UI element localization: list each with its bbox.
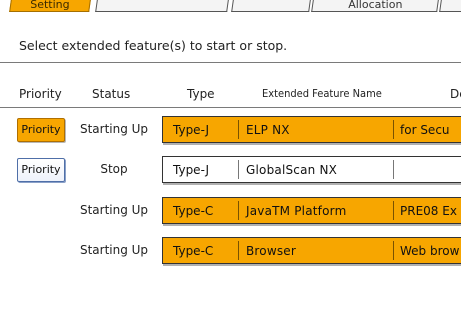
status-text: Starting Up (79, 243, 149, 257)
feature-description: PRE08 Ex (400, 204, 457, 218)
divider-header (0, 107, 461, 108)
feature-row: Starting Up Type-C JavaTM Platform PRE08… (0, 197, 461, 224)
status-text: Starting Up (79, 203, 149, 217)
tab-bar: Setting Allocation (0, 0, 461, 14)
feature-row: Priority Starting Up Type-J ELP NX for S… (0, 116, 461, 143)
feature-type: Type-J (173, 123, 210, 137)
column-header-description: De (450, 87, 461, 101)
status-text: Stop (100, 162, 128, 176)
column-header-priority: Priority (19, 87, 62, 101)
priority-button[interactable]: Priority (17, 118, 65, 142)
feature-name: GlobalScan NX (246, 163, 338, 177)
cell-separator (393, 160, 394, 179)
feature-item-button[interactable]: Type-C Browser Web brow (162, 237, 461, 264)
feature-item-button[interactable]: Type-J GlobalScan NX (162, 156, 461, 183)
priority-button[interactable]: Priority (17, 158, 65, 182)
feature-name: ELP NX (246, 123, 290, 137)
tab-setting[interactable]: Setting (9, 0, 91, 12)
column-header-status: Status (92, 87, 131, 101)
tab-2[interactable] (95, 0, 229, 12)
feature-type: Type-C (173, 244, 214, 258)
feature-item-button[interactable]: Type-J ELP NX for Secu (162, 116, 461, 143)
status-text: Starting Up (79, 122, 149, 136)
cell-separator (393, 241, 394, 260)
tab-3[interactable] (231, 0, 311, 12)
cell-separator (393, 120, 394, 139)
feature-type: Type-J (173, 163, 210, 177)
feature-row: Starting Up Type-C Browser Web brow (0, 237, 461, 264)
divider-top (0, 62, 461, 63)
tab-setting-label: Setting (30, 0, 70, 11)
tab-allocation-label: Allocation (348, 0, 403, 11)
instruction-text: Select extended feature(s) to start or s… (19, 38, 288, 53)
feature-item-button[interactable]: Type-C JavaTM Platform PRE08 Ex (162, 197, 461, 224)
cell-separator (393, 201, 394, 220)
feature-description: Web brow (400, 244, 460, 258)
feature-name: Browser (246, 244, 297, 258)
cell-separator (238, 120, 239, 139)
tab-allocation[interactable]: Allocation (311, 0, 439, 12)
cell-separator (238, 241, 239, 260)
feature-type: Type-C (173, 204, 214, 218)
column-header-feature-name: Extended Feature Name (262, 87, 382, 100)
cell-separator (238, 160, 239, 179)
column-header-type: Type (187, 87, 215, 101)
tab-5[interactable] (439, 0, 461, 12)
cell-separator (238, 201, 239, 220)
feature-name: JavaTM Platform (246, 204, 347, 218)
feature-description: for Secu (400, 123, 450, 137)
feature-row: Priority Stop Type-J GlobalScan NX (0, 156, 461, 183)
